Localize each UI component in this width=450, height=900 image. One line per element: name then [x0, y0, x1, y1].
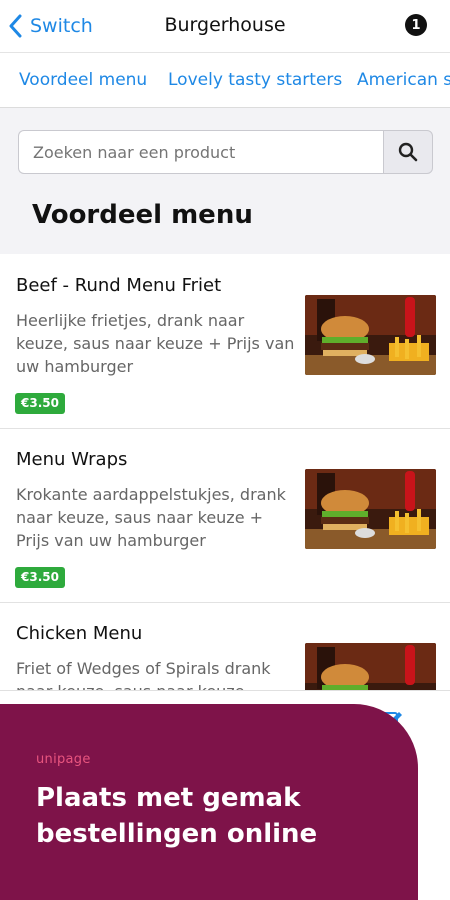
section-title: Voordeel menu — [32, 200, 253, 230]
search-button[interactable] — [383, 130, 433, 174]
top-bar: Switch Burgerhouse 1 — [0, 0, 450, 52]
menu-item[interactable]: Menu Wraps Krokante aardappelstukjes, dr… — [0, 429, 450, 603]
magnifier-icon — [398, 142, 418, 162]
promo-text: Plaats met gemak bestellingen online — [36, 780, 317, 852]
price-badge: €3.50 — [15, 393, 65, 414]
item-description: Krokante aardappelstukjes, drank naar ke… — [16, 485, 286, 550]
burger-photo — [305, 469, 436, 549]
promo-line-1: Plaats met gemak — [36, 783, 301, 813]
search-section: Voordeel menu — [0, 108, 450, 254]
tab-lovely-tasty-starters[interactable]: Lovely tasty starters — [168, 70, 342, 90]
burger-photo — [305, 295, 436, 375]
tab-american[interactable]: American s — [357, 70, 450, 90]
item-name: Beef - Rund Menu Friet — [16, 275, 222, 296]
tab-voordeel-menu[interactable]: Voordeel menu — [19, 70, 147, 90]
item-name: Chicken Menu — [16, 623, 143, 644]
item-description: Heerlijke frietjes, drank naar keuze, sa… — [16, 311, 295, 376]
price-badge: €3.50 — [15, 567, 65, 588]
promo-banner: unipage Plaats met gemak bestellingen on… — [0, 704, 418, 900]
page-title: Burgerhouse — [164, 14, 286, 36]
item-name: Menu Wraps — [16, 449, 128, 470]
promo-line-2: bestellingen online — [36, 819, 318, 849]
search-input[interactable] — [18, 130, 384, 174]
category-tabs: Voordeel menu Lovely tasty starters Amer… — [0, 52, 450, 108]
unipage-logo: unipage — [36, 752, 91, 767]
menu-item[interactable]: Beef - Rund Menu Friet Heerlijke frietje… — [0, 255, 450, 429]
notification-badge[interactable]: 1 — [405, 14, 427, 36]
